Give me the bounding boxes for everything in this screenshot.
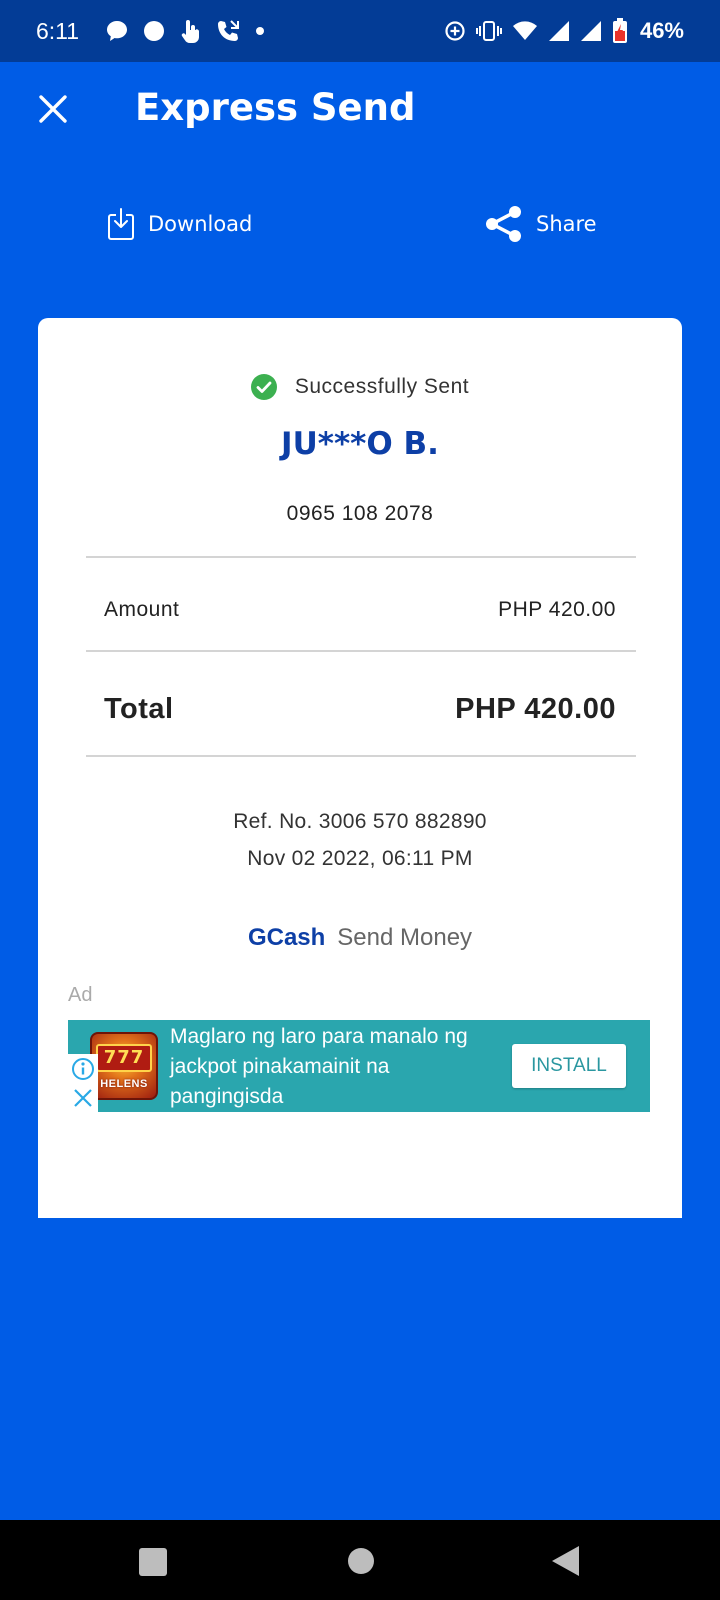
ad-app-icon[interactable]: 777 HELENS — [90, 1032, 158, 1100]
total-label: Total — [104, 693, 174, 725]
close-icon[interactable] — [36, 92, 70, 126]
app-header: Express Send — [0, 62, 720, 162]
install-button[interactable]: INSTALL — [512, 1044, 626, 1088]
ad-banner[interactable]: 777 HELENS Maglaro ng laro para manalo n… — [68, 1020, 650, 1112]
vibrate-icon — [475, 21, 502, 41]
divider — [86, 755, 636, 757]
status-bar: 6:11 46% — [0, 0, 720, 62]
share-label: Share — [536, 212, 597, 236]
circle-notification-icon — [144, 21, 165, 41]
divider — [86, 650, 636, 652]
gesture-icon — [181, 20, 200, 43]
reference-number: Ref. No. 3006 570 882890 — [233, 810, 487, 833]
back-icon[interactable] — [550, 1544, 580, 1578]
status-notifications — [105, 18, 265, 44]
page-title: Express Send — [135, 86, 416, 129]
ad-label: Ad — [68, 984, 93, 1006]
share-button[interactable]: Share — [484, 204, 597, 244]
ad-choices[interactable] — [68, 1054, 98, 1112]
share-icon — [486, 206, 521, 242]
signal-2-icon — [580, 21, 601, 41]
brand-footer: GCash Send Money — [38, 924, 682, 952]
amount-value: PHP 420.00 — [498, 598, 616, 621]
data-saver-icon — [445, 21, 465, 41]
total-value: PHP 420.00 — [455, 693, 616, 725]
navigation-bar — [0, 1520, 720, 1600]
total-row: Total PHP 420.00 — [104, 693, 616, 726]
download-icon — [108, 208, 134, 240]
download-label: Download — [148, 212, 253, 236]
recipient-number: 0965 108 2078 — [286, 502, 434, 525]
recents-icon[interactable] — [138, 1547, 168, 1577]
ad-app-icon-sevens: 777 — [96, 1044, 152, 1072]
amount-row: Amount PHP 420.00 — [104, 598, 616, 622]
recipient-name: JU***O B. — [281, 426, 439, 462]
divider — [86, 556, 636, 558]
brand-label: Send Money — [337, 924, 473, 951]
close-ad-icon[interactable] — [72, 1087, 94, 1109]
download-button[interactable]: Download — [106, 204, 252, 244]
battery-icon — [612, 18, 627, 43]
wifi-icon — [512, 21, 537, 40]
message-icon — [107, 21, 128, 41]
check-circle-icon — [250, 374, 277, 400]
signal-icon — [548, 21, 569, 41]
battery-percent: 46% — [639, 18, 684, 43]
info-icon[interactable] — [71, 1057, 95, 1081]
success-status: Successfully Sent — [38, 374, 682, 400]
dot-icon — [256, 27, 265, 35]
status-time: 6:11 — [36, 17, 80, 44]
transaction-datetime: Nov 02 2022, 06:11 PM — [247, 847, 473, 870]
receipt-torn-edge — [38, 1208, 682, 1218]
amount-label: Amount — [104, 598, 180, 621]
brand-name: GCash — [247, 924, 326, 951]
receipt-card: Successfully Sent JU***O B. 0965 108 207… — [38, 318, 682, 1218]
ad-text[interactable]: Maglaro ng laro para manalo ng jackpot p… — [170, 1022, 500, 1112]
missed-call-icon — [218, 20, 240, 41]
status-text: Successfully Sent — [294, 375, 470, 398]
status-system-icons: 46% — [444, 18, 684, 44]
ad-app-icon-brand: HELENS — [100, 1078, 148, 1090]
home-icon[interactable] — [347, 1547, 375, 1575]
